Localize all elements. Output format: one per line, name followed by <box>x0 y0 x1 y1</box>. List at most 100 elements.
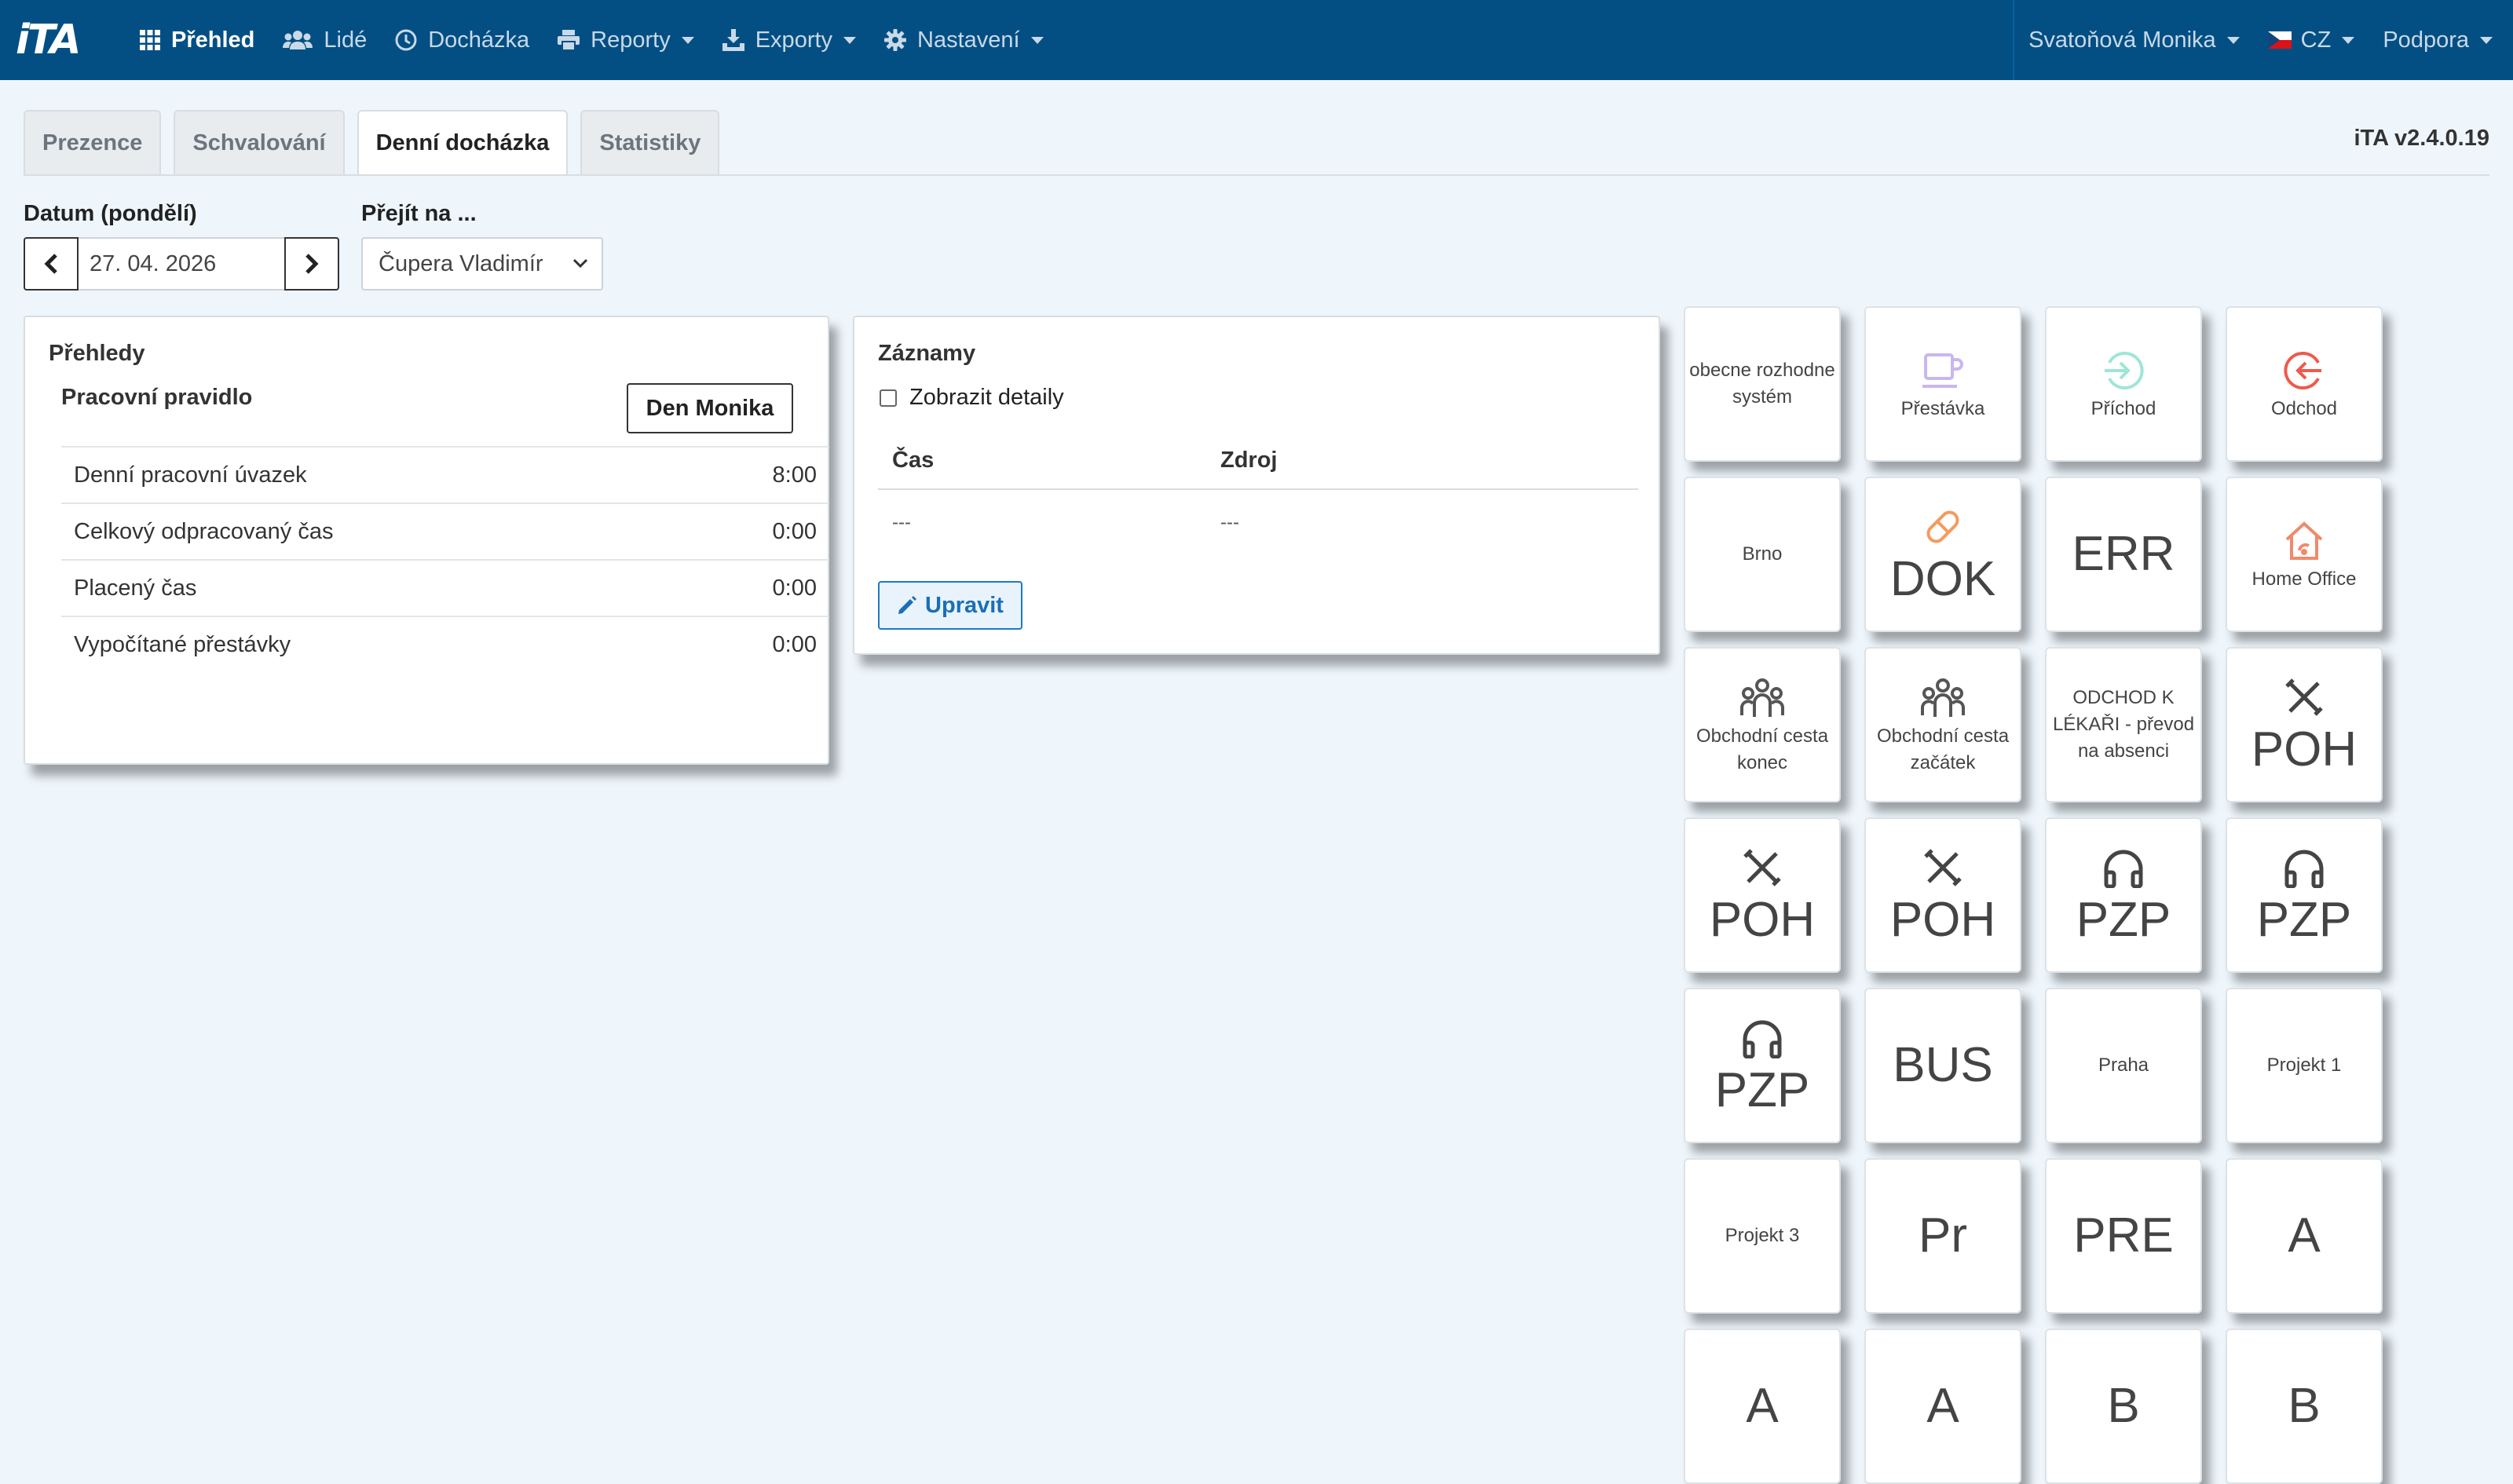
chevron-down-icon <box>2480 36 2493 44</box>
terminal-tile-label: ERR <box>2072 527 2175 581</box>
terminal-tile[interactable]: Obchodní cesta začátek <box>1864 647 2021 802</box>
headphones-icon <box>1740 1013 1784 1063</box>
overview-row: Celkový odpracovaný čas 0:00 <box>61 503 829 559</box>
records-card: Záznamy Zobrazit detaily Čas Zdroj --- -… <box>853 316 1660 655</box>
chevron-down-icon <box>2342 36 2355 44</box>
terminal-tile-label: PZP <box>2076 893 2171 947</box>
export-icon <box>722 29 744 51</box>
overview-row: Vypočítané přestávky 0:00 <box>61 616 829 672</box>
tab-schvalovani[interactable]: Schvalování <box>174 110 345 174</box>
show-details-toggle[interactable]: Zobrazit detaily <box>880 385 1064 411</box>
terminal-tile-label: Praha <box>2098 1055 2149 1076</box>
terminal-tile[interactable]: Projekt 3 <box>1684 1158 1841 1314</box>
terminal-tile[interactable]: Přestávka <box>1864 306 2021 462</box>
terminal-tile[interactable]: A <box>1684 1329 1841 1484</box>
prev-day-button[interactable] <box>24 237 79 291</box>
nav-prehled[interactable]: Přehled <box>126 0 269 80</box>
home-icon <box>2282 516 2326 566</box>
terminal-tile[interactable]: DOK <box>1864 477 2021 632</box>
ita-logo[interactable]: iTA <box>16 16 126 64</box>
chevron-down-icon <box>2226 36 2240 44</box>
goto-person-select[interactable]: Čupera Vladimír <box>361 237 603 291</box>
terminal-tile[interactable]: B <box>2226 1329 2383 1484</box>
terminal-tile[interactable]: ODCHOD K LÉKAŘI - převod na absenci <box>2045 647 2202 802</box>
support-menu[interactable]: Podpora <box>2369 0 2513 80</box>
col-header-source: Zdroj <box>1220 448 1278 473</box>
terminal-tile[interactable]: Příchod <box>2045 306 2202 462</box>
version-label: iTA v2.4.0.19 <box>2354 126 2490 151</box>
clock-icon <box>395 29 417 51</box>
terminal-tile[interactable]: POH <box>1684 817 1841 973</box>
terminal-tile[interactable]: B <box>2045 1329 2202 1484</box>
sign-out-icon <box>2282 345 2326 396</box>
user-name: Svatoňová Monika <box>2028 27 2216 53</box>
nav-label: Docházka <box>428 27 530 53</box>
terminal-tile[interactable]: Pr <box>1864 1158 2021 1314</box>
terminal-tile[interactable]: POH <box>1864 817 2021 973</box>
terminal-tile-label: Příchod <box>2091 398 2156 419</box>
terminal-tile[interactable]: Odchod <box>2226 306 2383 462</box>
support-label: Podpora <box>2383 27 2469 53</box>
terminal-tile-label: POH <box>1709 893 1816 947</box>
overview-row: Denní pracovní úvazek 8:00 <box>61 446 829 503</box>
terminal-tile-label: PZP <box>2256 893 2352 947</box>
records-title: Záznamy <box>878 341 976 366</box>
user-menu[interactable]: Svatoňová Monika <box>2014 0 2254 80</box>
nav-nastaveni[interactable]: Nastavení <box>870 0 1058 80</box>
terminal-tile-label: A <box>2288 1208 2321 1263</box>
date-input[interactable]: 27. 04. 2026 <box>79 237 284 291</box>
nav-reporty[interactable]: Reporty <box>543 0 708 80</box>
work-rule-label: Pracovní pravidlo <box>61 385 253 410</box>
nav-dochazka[interactable]: Docházka <box>381 0 543 80</box>
pencil-icon <box>898 596 917 614</box>
overview-row: Placený čas 0:00 <box>61 559 829 616</box>
next-day-button[interactable] <box>284 237 339 291</box>
nav-exporty[interactable]: Exporty <box>708 0 870 80</box>
record-source-cell: --- <box>1220 512 1239 533</box>
terminal-tile[interactable]: A <box>2226 1158 2383 1314</box>
terminal-tile[interactable]: BUS <box>1864 988 2021 1143</box>
nav-lide[interactable]: Lidé <box>269 0 381 80</box>
tools-icon <box>1742 843 1783 893</box>
terminal-tile-label: Pr <box>1919 1208 1967 1263</box>
row-label: Vypočítané přestávky <box>74 631 291 657</box>
row-value: 8:00 <box>772 462 817 488</box>
headphones-icon <box>2101 843 2145 893</box>
terminal-tile[interactable]: PZP <box>2226 817 2383 973</box>
work-rule-button[interactable]: Den Monika <box>627 383 793 433</box>
terminal-tile-label: B <box>2288 1379 2321 1433</box>
tab-prezence[interactable]: Prezence <box>24 110 162 174</box>
terminal-tile[interactable]: Home Office <box>2226 477 2383 632</box>
terminal-tile-label: Home Office <box>2251 568 2357 590</box>
navbar-right: Svatoňová Monika CZ Podpora <box>2013 0 2513 80</box>
terminal-tile-label: Odchod <box>2270 398 2338 419</box>
terminal-tile[interactable]: Projekt 1 <box>2226 988 2383 1143</box>
tab-statistiky[interactable]: Statistiky <box>580 110 720 174</box>
top-navbar: iTA Přehled Lidé Docházka Reporty Export… <box>0 0 2513 80</box>
terminal-tile[interactable]: obecne rozhodne systém <box>1684 306 1841 462</box>
goto-label: Přejít na ... <box>361 201 477 226</box>
row-label: Denní pracovní úvazek <box>74 462 307 488</box>
nav-label: Lidé <box>324 27 368 53</box>
terminal-tile[interactable]: PRE <box>2045 1158 2202 1314</box>
terminal-tile[interactable]: Brno <box>1684 477 1841 632</box>
gear-icon <box>884 29 907 51</box>
terminal-tile[interactable]: PZP <box>1684 988 1841 1143</box>
terminal-tile-label: obecne rozhodne systém <box>1689 360 1835 408</box>
terminal-tile[interactable]: ERR <box>2045 477 2202 632</box>
show-details-checkbox[interactable] <box>880 389 897 407</box>
tab-denni-dochazka[interactable]: Denní docházka <box>357 110 569 174</box>
czech-flag-icon <box>2267 31 2292 49</box>
headphones-icon <box>2282 843 2326 893</box>
row-value: 0:00 <box>772 518 817 544</box>
language-menu[interactable]: CZ <box>2254 0 2369 80</box>
terminal-tile[interactable]: PZP <box>2045 817 2202 973</box>
terminal-tile-label: Brno <box>1742 543 1783 565</box>
terminal-tile[interactable]: POH <box>2226 647 2383 802</box>
tools-icon <box>2284 672 2325 722</box>
terminal-tile-label: B <box>2107 1379 2140 1433</box>
terminal-tile[interactable]: A <box>1864 1329 2021 1484</box>
edit-records-button[interactable]: Upravit <box>878 581 1022 630</box>
terminal-tile[interactable]: Obchodní cesta konec <box>1684 647 1841 802</box>
terminal-tile[interactable]: Praha <box>2045 988 2202 1143</box>
